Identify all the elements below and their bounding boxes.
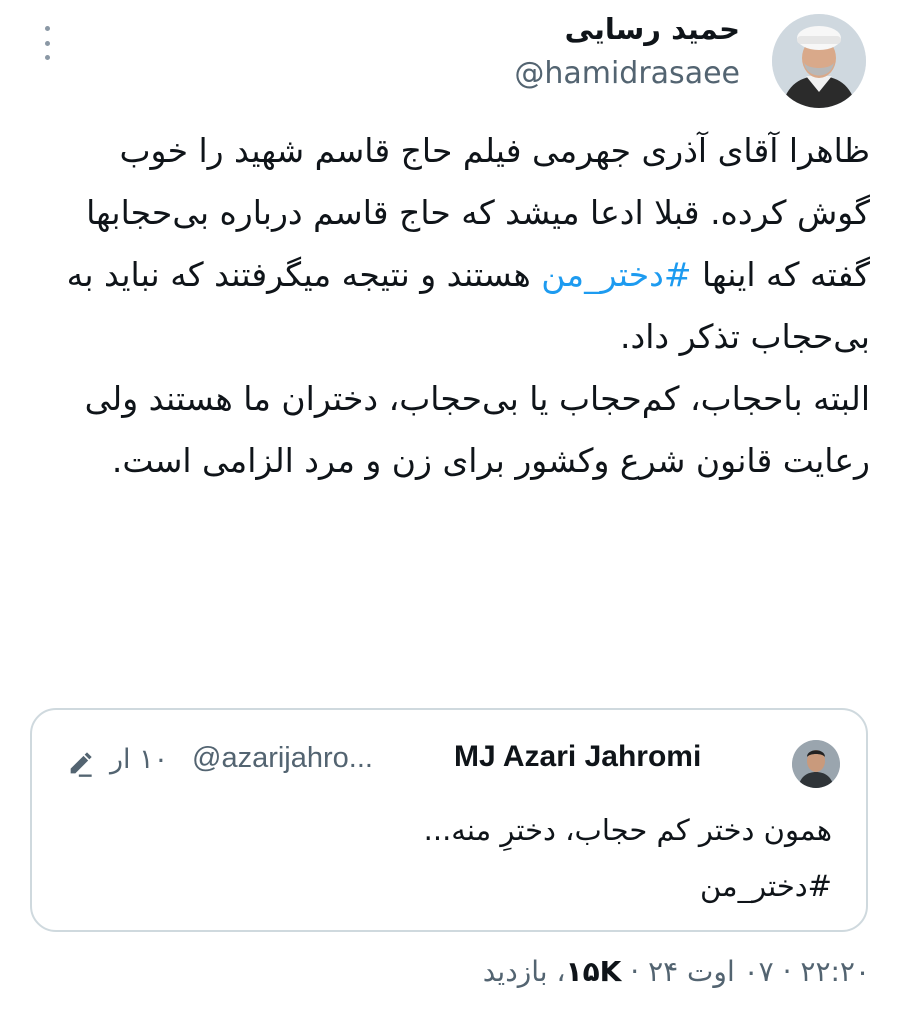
quoted-time: ۱۰ ار — [110, 744, 169, 775]
views-count: ۱۵K — [565, 955, 622, 988]
quoted-text-line: همون دختر کم حجاب، دخترِ منه... — [423, 813, 832, 847]
quoted-avatar-portrait-icon — [792, 740, 840, 788]
author-handle[interactable]: @hamidrasaee — [514, 56, 740, 91]
tweet-paragraph-1: ظاهرا آقای آذری جهرمی فیلم حاج قاسم شهید… — [40, 120, 870, 368]
author-avatar[interactable] — [772, 14, 866, 108]
quoted-tweet-card[interactable]: MJ Azari Jahromi @azarijahro... ۱۰ ار هم… — [30, 708, 868, 932]
quoted-author-handle[interactable]: @azarijahro... — [192, 742, 373, 775]
hashtag-link[interactable]: #دختر_من — [541, 255, 691, 294]
tweet-time: ۲۲:۲۰ — [800, 955, 870, 988]
views-label: بازدید — [482, 955, 548, 988]
avatar-portrait-icon — [772, 14, 866, 108]
quoted-hashtag: #دختر_من — [699, 869, 832, 903]
tweet-date: ۰۷ اوت ۲۴ — [648, 955, 774, 988]
tweet-meta: ۲۲:۲۰ · ۰۷ اوت ۲۴ · ۱۵K، بازدید — [482, 955, 870, 988]
author-name[interactable]: حمید رسایی — [565, 12, 740, 46]
quoted-author-name[interactable]: MJ Azari Jahromi — [454, 740, 701, 774]
quoted-author-avatar[interactable] — [792, 740, 840, 788]
pencil-edit-icon — [70, 752, 92, 777]
tweet-paragraph-2: البته باحجاب، کم‌حجاب یا بی‌حجاب، دختران… — [84, 379, 870, 480]
more-options-icon[interactable] — [40, 26, 54, 60]
tweet-text: ظاهرا آقای آذری جهرمی فیلم حاج قاسم شهید… — [40, 120, 870, 492]
quoted-tweet-text: همون دختر کم حجاب، دخترِ منه... #دختر_من — [72, 802, 832, 914]
